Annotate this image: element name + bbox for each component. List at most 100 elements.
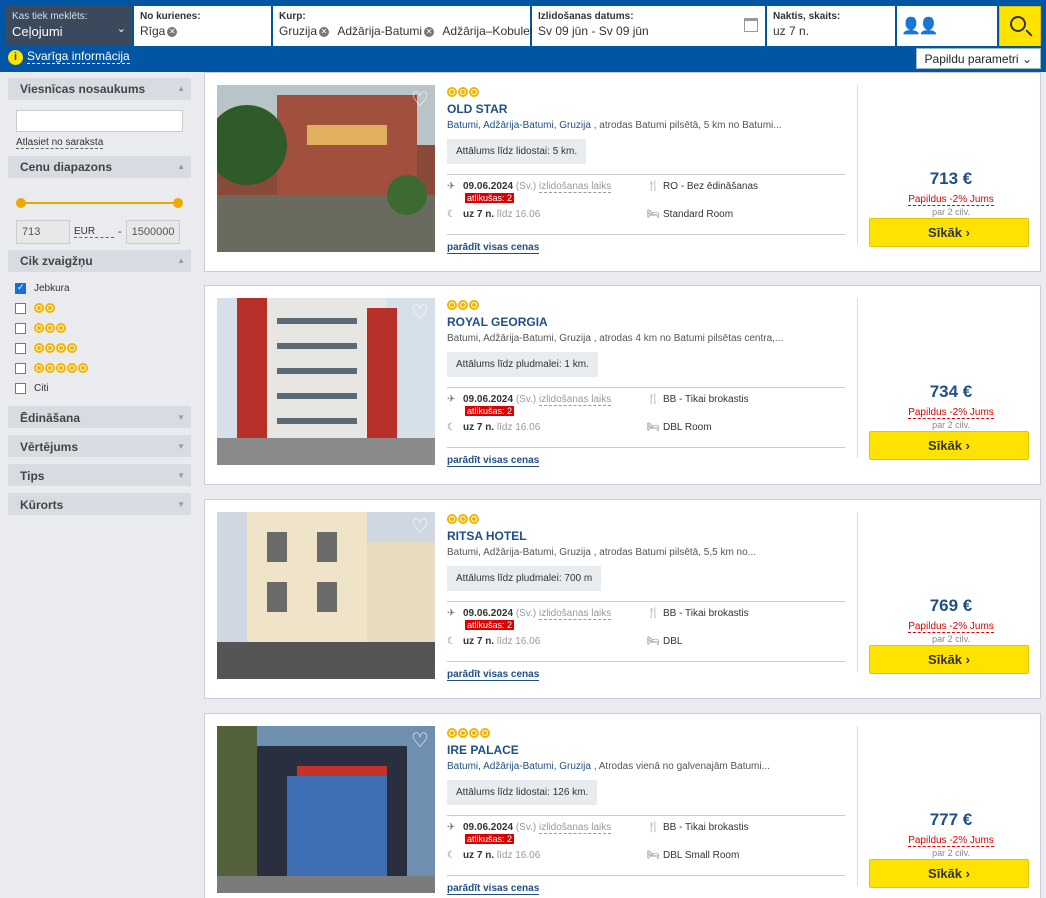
calendar-icon[interactable] — [744, 18, 758, 32]
price-value: 777 € — [929, 810, 973, 829]
hotel-name[interactable]: RITSA HOTEL — [447, 529, 845, 543]
remaining-badge: atlikušas: 2 — [465, 193, 515, 203]
distance-badge: Attālums līdz lidostai: 5 km. — [447, 139, 587, 164]
details-button[interactable]: Sīkāk › — [869, 645, 1029, 674]
meal-icon: 🍴 — [647, 608, 660, 619]
currency-select[interactable]: EUR — [74, 226, 114, 238]
remaining-badge: atlikušas: 2 — [465, 620, 515, 630]
checkbox[interactable] — [15, 362, 26, 374]
nights-value: uz 7 n. — [773, 24, 810, 38]
price-value: 713 € — [929, 169, 973, 188]
hotel-info: RITSA HOTEL Batumi, Adžārija-Batumi, Gru… — [447, 510, 845, 682]
from-value: Rīga — [140, 24, 166, 38]
nights-field[interactable]: Naktis, skaits: uz 7 n. — [767, 6, 895, 48]
chevron-up-icon: ▲ — [177, 84, 185, 93]
price-max-input[interactable]: 1500000 — [125, 220, 180, 244]
discount-text[interactable]: Papildus -2% Jums — [908, 621, 994, 633]
checkbox[interactable] — [15, 302, 26, 314]
moon-icon: ☾ — [447, 422, 456, 433]
filter-type-header[interactable]: Tips ▼ — [8, 464, 191, 486]
chevron-down-icon: ▼ — [177, 413, 185, 422]
favorite-heart-icon[interactable]: ♡ — [409, 730, 431, 752]
price-value: 769 € — [929, 596, 973, 615]
hotel-name-header[interactable]: Viesnīcas nosaukums ▲ — [8, 78, 191, 100]
hotel-info: ROYAL GEORGIA Batumi, Adžārija-Batumi, G… — [447, 296, 845, 468]
search-type-select[interactable]: Kas tiek meklēts: Ceļojumi ⌄ — [6, 6, 132, 48]
from-field[interactable]: No kurienes: Rīga ✕ — [134, 6, 271, 48]
discount-text[interactable]: Papildus -2% Jums — [908, 835, 994, 847]
hotel-stars — [447, 510, 845, 528]
price-slider[interactable] — [16, 194, 183, 214]
details-button[interactable]: Sīkāk › — [869, 431, 1029, 460]
remove-chip-icon[interactable]: ✕ — [424, 26, 435, 37]
search-button[interactable] — [999, 6, 1041, 48]
chevron-up-icon: ▲ — [177, 256, 185, 265]
hotel-name[interactable]: OLD STAR — [447, 102, 845, 116]
hotel-name[interactable]: IRE PALACE — [447, 743, 845, 757]
remove-chip-icon[interactable]: ✕ — [319, 26, 330, 37]
info-icon: i — [8, 50, 23, 65]
hotel-name-input[interactable] — [16, 110, 183, 132]
persons-icon: 👤👤 — [901, 18, 939, 35]
hotel-name[interactable]: ROYAL GEORGIA — [447, 315, 845, 329]
checkbox[interactable] — [15, 342, 26, 354]
show-all-prices-link[interactable]: parādīt visas cenas — [447, 242, 540, 254]
stars-header[interactable]: Cik zvaigžņu ▲ — [8, 250, 191, 272]
persons-field[interactable]: 👤👤 — [897, 6, 997, 48]
price-max-handle[interactable] — [173, 198, 183, 208]
details-button[interactable]: Sīkāk › — [869, 218, 1029, 247]
chevron-down-icon: ▼ — [177, 471, 185, 480]
checkbox[interactable] — [15, 282, 26, 294]
hotel-stars — [447, 83, 845, 101]
stars-5-option[interactable] — [15, 358, 184, 378]
hotel-photo-image — [217, 726, 435, 893]
favorite-heart-icon[interactable]: ♡ — [409, 516, 431, 538]
favorite-heart-icon[interactable]: ♡ — [409, 89, 431, 111]
hotel-photo[interactable]: ♡ — [217, 512, 435, 679]
hotel-photo-image — [217, 85, 435, 252]
distance-badge: Attālums līdz pludmalei: 700 m — [447, 566, 602, 591]
sub-bar: i Svarīga informācija Papildu parametri ⌄ — [0, 46, 1046, 72]
stars-2-option[interactable] — [15, 298, 184, 318]
filter-rating-header[interactable]: Vērtējums ▼ — [8, 435, 191, 457]
search-bar: Kas tiek meklēts: Ceļojumi ⌄ No kurienes… — [0, 0, 1046, 48]
select-from-list-link[interactable]: Atlasiet no saraksta — [16, 137, 104, 149]
filter-meals-header[interactable]: Ēdināšana ▼ — [8, 406, 191, 428]
filter-resort-header[interactable]: Kūrorts ▼ — [8, 493, 191, 515]
hotel-photo-image — [217, 512, 435, 679]
checkbox[interactable] — [15, 382, 26, 394]
discount-text[interactable]: Papildus -2% Jums — [908, 194, 994, 206]
hotel-photo[interactable]: ♡ — [217, 726, 435, 893]
hotel-photo[interactable]: ♡ — [217, 85, 435, 252]
show-all-prices-link[interactable]: parādīt visas cenas — [447, 883, 540, 895]
date-field[interactable]: Izlidošanas datums: Sv 09 jūn - Sv 09 jū… — [532, 6, 765, 48]
hotel-photo[interactable]: ♡ — [217, 298, 435, 465]
details-button[interactable]: Sīkāk › — [869, 859, 1029, 888]
stars-other-option[interactable]: Citi — [15, 378, 184, 398]
hotel-card: ♡ IRE PALACE Batumi, Adžārija-Batumi, Gr… — [204, 713, 1041, 898]
hotel-stars — [447, 724, 845, 742]
clear-icon[interactable]: ✕ — [167, 26, 178, 37]
stars-4-option[interactable] — [15, 338, 184, 358]
offer-details: ✈ 09.06.2024 (Sv.) izlidošanas laiks atlik… — [447, 601, 845, 662]
destination-field[interactable]: Kurp: Gruzija ✕ Adžārija-Batumi ✕ Adžārija… — [273, 6, 536, 48]
show-all-prices-link[interactable]: parādīt visas cenas — [447, 669, 540, 681]
destination-chip: Gruzija ✕ — [279, 24, 330, 38]
hotel-location: Batumi, Adžārija-Batumi, Gruzija , atrod… — [447, 547, 757, 558]
hotel-card: ♡ OLD STAR Batumi, Adžārija-Batumi, Gruz… — [204, 72, 1041, 272]
price-min-input[interactable]: 713 — [16, 220, 70, 244]
stars-3-option[interactable] — [15, 318, 184, 338]
price-block: 734 € Papildus -2% Jums par 2 cilv. — [869, 382, 1033, 430]
stars-any-option[interactable]: Jebkura — [15, 278, 184, 298]
show-all-prices-link[interactable]: parādīt visas cenas — [447, 455, 540, 467]
price-min-handle[interactable] — [16, 198, 26, 208]
favorite-heart-icon[interactable]: ♡ — [409, 302, 431, 324]
plane-icon: ✈ — [447, 608, 456, 619]
price-range-header[interactable]: Cenu diapazons ▲ — [8, 156, 191, 178]
more-params-button[interactable]: Papildu parametri ⌄ — [915, 48, 1041, 69]
destination-label: Kurp: — [279, 11, 306, 22]
important-info-link[interactable]: i Svarīga informācija — [8, 49, 130, 65]
checkbox[interactable] — [15, 322, 26, 334]
discount-text[interactable]: Papildus -2% Jums — [908, 407, 994, 419]
hotel-stars — [447, 296, 845, 314]
